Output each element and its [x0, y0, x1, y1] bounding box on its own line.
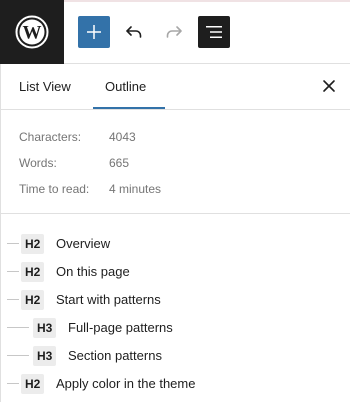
editor-toolbar: W	[0, 0, 350, 64]
outline-item-text: On this page	[56, 264, 130, 279]
outline-connector	[7, 243, 19, 244]
outline-item-text: Section patterns	[68, 348, 162, 363]
outline-connector	[7, 271, 19, 272]
svg-text:W: W	[23, 23, 42, 44]
heading-level-badge: H2	[21, 234, 45, 254]
heading-level-badge: H2	[21, 374, 45, 394]
outline-connector	[7, 355, 29, 356]
document-stats: Characters: 4043 Words: 665 Time to read…	[1, 110, 350, 214]
outline-item[interactable]: H2 Start with patterns	[1, 288, 350, 312]
document-overview-button[interactable]	[198, 16, 230, 48]
redo-icon	[166, 26, 182, 38]
document-overview-panel: List View Outline Characters: 4043 Words…	[0, 64, 350, 402]
undo-button[interactable]	[118, 16, 150, 48]
heading-level-badge: H2	[21, 290, 45, 310]
document-outline: H2 Overview H2 On this page H2 Start wit…	[1, 214, 350, 402]
heading-level-badge: H2	[21, 262, 45, 282]
outline-item-text: Start with patterns	[56, 292, 161, 307]
outline-item[interactable]: H3 Full-page patterns	[1, 316, 350, 340]
close-panel-button[interactable]	[315, 72, 343, 100]
list-view-icon	[206, 26, 222, 38]
heading-level-badge: H3	[33, 318, 57, 338]
stat-label: Words:	[19, 156, 57, 170]
active-tab-indicator	[93, 107, 165, 109]
outline-connector	[7, 299, 19, 300]
heading-level-badge: H3	[33, 346, 57, 366]
panel-tabs: List View Outline	[1, 64, 350, 110]
stat-label: Characters:	[19, 130, 82, 144]
outline-item[interactable]: H2 Apply color in the theme	[1, 372, 350, 396]
undo-icon	[126, 26, 142, 38]
tab-list-view[interactable]: List View	[19, 64, 71, 110]
stat-value: 665	[109, 156, 130, 170]
tab-outline[interactable]: Outline	[105, 64, 146, 110]
stat-label: Time to read:	[19, 182, 90, 196]
outline-item[interactable]: H3 Section patterns	[1, 344, 350, 368]
outline-item-text: Full-page patterns	[68, 320, 173, 335]
outline-connector	[7, 383, 19, 384]
stat-value: 4043	[109, 130, 136, 144]
add-block-button[interactable]	[78, 16, 110, 48]
outline-item[interactable]: H2 Overview	[1, 232, 350, 256]
outline-item[interactable]: H2 On this page	[1, 260, 350, 284]
outline-connector	[7, 327, 29, 328]
outline-item-text: Overview	[56, 236, 111, 251]
plus-icon	[87, 25, 101, 39]
close-icon	[323, 80, 335, 92]
redo-button[interactable]	[158, 16, 190, 48]
stat-value: 4 minutes	[109, 182, 162, 196]
outline-item-text: Apply color in the theme	[56, 376, 196, 391]
wordpress-logo-icon[interactable]: W	[0, 0, 64, 64]
